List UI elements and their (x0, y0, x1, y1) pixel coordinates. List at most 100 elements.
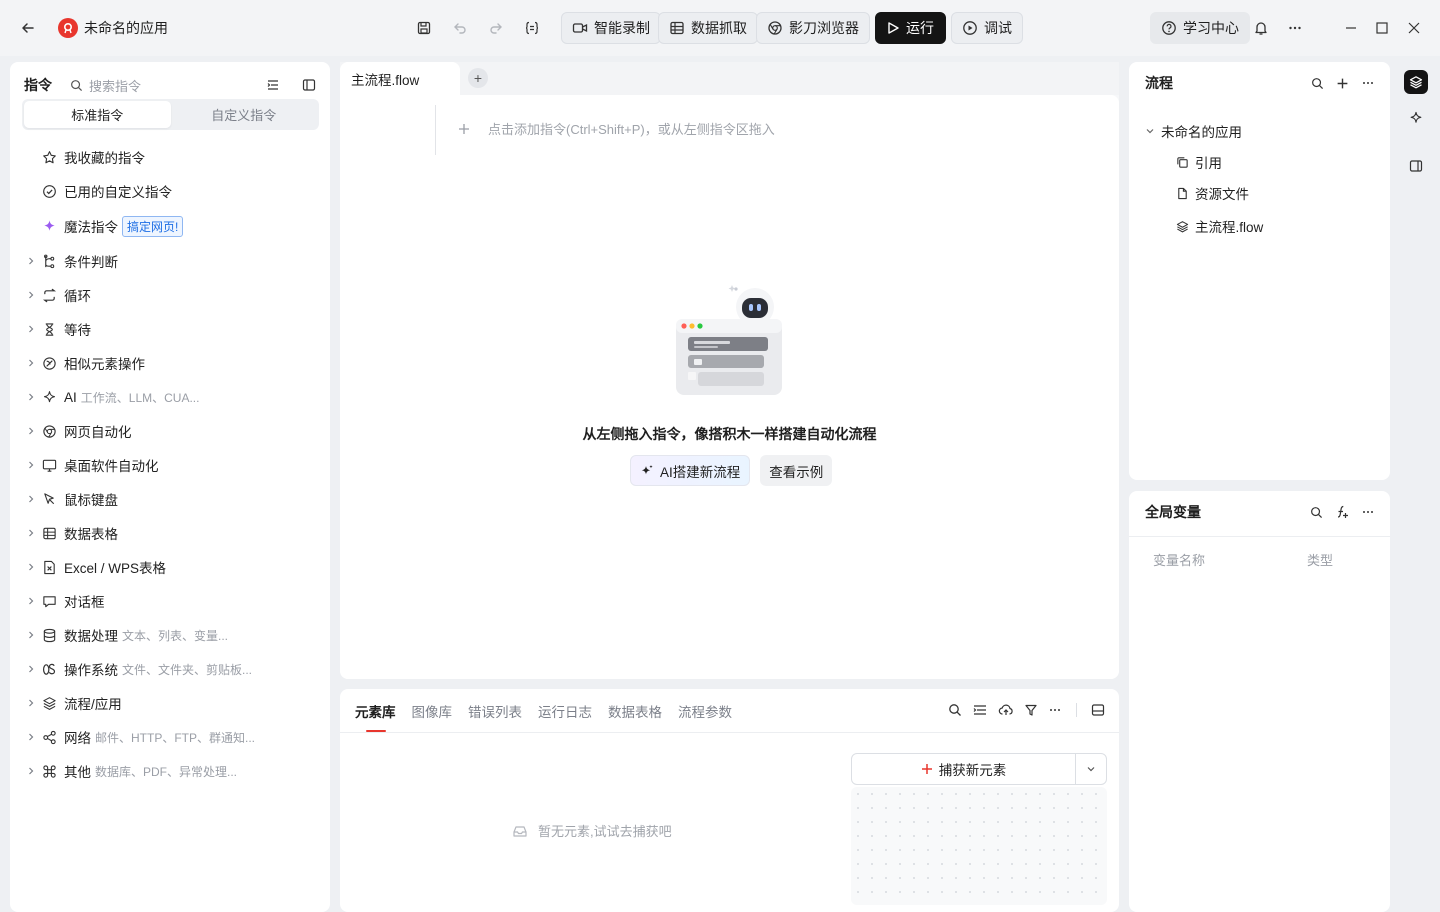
editor-canvas[interactable]: 点击添加指令(Ctrl+Shift+P)，或从左侧指令区拖入 从左侧拖入指令，像… (340, 95, 1119, 679)
command-group-condition[interactable]: 条件判断 (24, 247, 122, 275)
command-group-mouse-keyboard[interactable]: 鼠标键盘 (24, 485, 122, 513)
command-search[interactable]: 搜索指令 (70, 76, 262, 95)
more-icon[interactable] (1048, 703, 1062, 717)
command-group-subtitle: 邮件、HTTP、FTP、群通知... (95, 730, 255, 745)
layers-rail-icon[interactable] (1404, 70, 1428, 94)
app-logo-icon (58, 18, 78, 38)
command-group-web-automation[interactable]: 网页自动化 (24, 417, 136, 445)
command-group-label: 循环 (64, 289, 91, 304)
more-icon[interactable] (1281, 14, 1309, 42)
yingdao-browser-button[interactable]: 影刀浏览器 (756, 12, 870, 44)
list-indent-icon[interactable] (972, 703, 988, 717)
variable-braces-icon[interactable] (518, 14, 546, 42)
flow-editor: 主流程.flow + 点击添加指令(Ctrl+Shift+P)，或从左侧指令区拖… (340, 62, 1119, 679)
tab-run-log[interactable]: 运行日志 (538, 701, 592, 721)
capture-element-button[interactable]: 捕获新元素 (852, 754, 1076, 784)
more-icon[interactable] (1361, 505, 1375, 519)
inbox-icon (513, 825, 527, 837)
flow-tree-root[interactable]: 未命名的应用 (1145, 121, 1242, 141)
tab-main-flow[interactable]: 主流程.flow (340, 62, 460, 96)
flow-tree-reference[interactable]: 引用 (1176, 152, 1222, 172)
favorite-commands-label: 我收藏的指令 (64, 151, 145, 166)
command-group-excel-wps[interactable]: Excel / WPS表格 (24, 553, 170, 581)
command-group-network[interactable]: 网络 邮件、HTTP、FTP、群通知... (24, 723, 255, 751)
command-group-label: 数据处理 (64, 629, 118, 644)
minimize-icon[interactable] (1337, 14, 1365, 42)
command-group-similar-elements[interactable]: 相似元素操作 (24, 349, 149, 377)
command-group-wait[interactable]: 等待 (24, 315, 95, 343)
ai-rail-icon[interactable] (1404, 106, 1428, 130)
chat-icon (40, 594, 58, 609)
add-variable-icon[interactable] (1335, 505, 1349, 519)
bottom-panel: 元素库 图像库 错误列表 运行日志 数据表格 流程参数 暂无元素,试试去捕获吧 捕获新元素 (340, 689, 1119, 912)
chevron-right-icon (24, 699, 38, 707)
view-example-button[interactable]: 查看示例 (760, 455, 833, 486)
command-type-switch: 标准指令 自定义指令 (22, 99, 319, 130)
flow-tree-root-label: 未命名的应用 (1161, 125, 1242, 140)
used-custom-commands[interactable]: 已用的自定义指令 (24, 177, 172, 205)
help-icon (1162, 21, 1176, 35)
bottom-toolbar (948, 703, 1105, 717)
flow-tree-resources[interactable]: 资源文件 (1176, 183, 1249, 203)
command-group-label: 条件判断 (64, 255, 118, 270)
tab-custom-commands[interactable]: 自定义指令 (171, 101, 318, 128)
save-icon[interactable] (410, 14, 438, 42)
command-group-label: 数据表格 (64, 527, 118, 542)
search-icon (71, 79, 83, 91)
sidebar-toggle-icon[interactable] (298, 74, 320, 96)
search-icon[interactable] (948, 703, 962, 717)
variables-divider (1129, 536, 1390, 537)
tab-image-library[interactable]: 图像库 (412, 701, 453, 721)
tab-standard-commands[interactable]: 标准指令 (24, 101, 171, 128)
filter-icon[interactable] (1024, 703, 1038, 717)
undo-icon[interactable] (446, 14, 474, 42)
debug-button[interactable]: 调试 (951, 12, 1023, 44)
command-group-data-processing[interactable]: 数据处理 文本、列表、变量... (24, 621, 228, 649)
add-icon[interactable] (1336, 77, 1349, 90)
add-tab-button[interactable]: + (468, 68, 488, 88)
run-button[interactable]: 运行 (875, 12, 946, 44)
command-group-dialog[interactable]: 对话框 (24, 587, 109, 615)
panel-layout-icon[interactable] (1091, 703, 1105, 717)
command-group-operating-system[interactable]: 操作系统 文件、文件夹、剪贴板... (24, 655, 252, 683)
favorite-commands[interactable]: 我收藏的指令 (24, 143, 145, 171)
capture-dropdown-button[interactable] (1076, 754, 1106, 784)
maximize-icon[interactable] (1368, 14, 1396, 42)
magic-badge[interactable]: 搞定网页! (122, 215, 184, 237)
command-group-desktop-automation[interactable]: 桌面软件自动化 (24, 451, 163, 479)
close-icon[interactable] (1400, 14, 1428, 42)
bell-icon[interactable] (1247, 14, 1275, 42)
command-group-label: 流程/应用 (64, 697, 122, 712)
tab-flow-params[interactable]: 流程参数 (678, 701, 732, 721)
tab-error-list[interactable]: 错误列表 (468, 701, 522, 721)
search-icon[interactable] (1310, 506, 1323, 519)
data-scrape-button[interactable]: 数据抓取 (658, 12, 758, 44)
table-icon (670, 21, 684, 35)
command-group-flow-app[interactable]: 流程/应用 (24, 689, 126, 717)
magic-commands[interactable]: 魔法指令 搞定网页! (24, 212, 184, 240)
command-group-data-table[interactable]: 数据表格 (24, 519, 122, 547)
command-group-ai[interactable]: AI 工作流、LLM、CUA... (24, 383, 199, 411)
column-variable-type: 类型 (1307, 553, 1334, 568)
ai-build-flow-button[interactable]: AI搭建新流程 (630, 455, 751, 486)
command-group-label: 鼠标键盘 (64, 493, 118, 508)
panel-toggle-rail-icon[interactable] (1404, 154, 1428, 178)
back-icon[interactable] (14, 14, 42, 42)
command-group-loop[interactable]: 循环 (24, 281, 95, 309)
tab-element-library[interactable]: 元素库 (355, 701, 396, 721)
table-icon (40, 526, 58, 541)
learning-center-button[interactable]: 学习中心 (1150, 12, 1250, 44)
command-group-label: AI (64, 389, 77, 405)
search-icon[interactable] (1311, 77, 1324, 90)
add-command-hint[interactable]: 点击添加指令(Ctrl+Shift+P)，或从左侧指令区拖入 (458, 119, 775, 138)
chevron-right-icon (24, 597, 38, 605)
cloud-upload-icon[interactable] (998, 703, 1014, 717)
command-search-input[interactable]: 搜索指令 (89, 76, 141, 95)
smart-record-button[interactable]: 智能录制 (561, 12, 661, 44)
collapse-list-icon[interactable] (262, 74, 284, 96)
command-group-other[interactable]: 其他 数据库、PDF、异常处理... (24, 757, 237, 785)
tab-data-table[interactable]: 数据表格 (608, 701, 662, 721)
redo-icon[interactable] (482, 14, 510, 42)
more-icon[interactable] (1361, 76, 1375, 90)
flow-tree-main-flow[interactable]: 主流程.flow (1176, 216, 1263, 236)
